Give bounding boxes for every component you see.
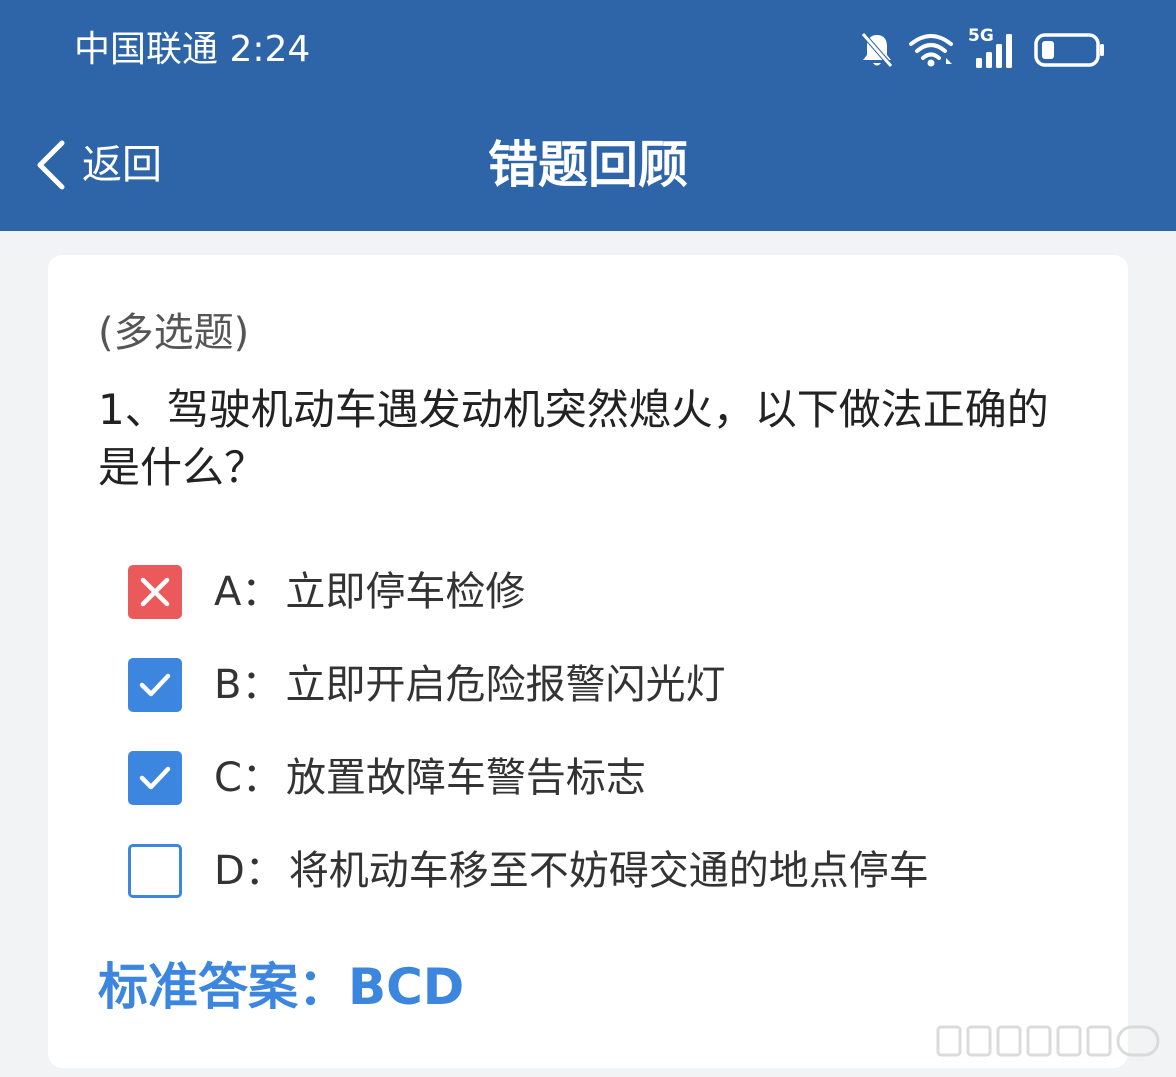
checkbox-checked-icon: [128, 657, 182, 712]
status-icons: 5G: [860, 26, 1106, 72]
option-text: 放置故障车警告标志: [285, 754, 646, 801]
options-list: A： 立即停车检修 B： 立即开启危险报警闪光灯 C： 放置故障车警告标志 D：…: [128, 545, 1088, 917]
question-card: (多选题) 1、驾驶机动车遇发动机突然熄火，以下做法正确的是什么？ A： 立即停…: [48, 255, 1128, 1068]
carrier-name: 中国联通: [74, 29, 219, 70]
chevron-left-icon: [37, 140, 65, 190]
option-text: 立即开启危险报警闪光灯: [285, 661, 726, 708]
watermark-logo-icon: [934, 1021, 1164, 1061]
back-label: 返回: [82, 142, 162, 188]
page-title: 错题回顾: [488, 136, 688, 194]
battery-icon: [1034, 33, 1104, 67]
question-type: (多选题): [98, 310, 250, 356]
option-text: 立即停车检修: [285, 568, 526, 615]
option-a[interactable]: A： 立即停车检修: [128, 545, 1088, 638]
checkbox-empty-icon: [128, 843, 182, 898]
option-letter: A：: [214, 568, 282, 615]
question-text: 1、驾驶机动车遇发动机突然熄火，以下做法正确的是什么？: [98, 385, 1049, 492]
signal-icon: 5G: [968, 26, 1020, 70]
option-d[interactable]: D： 将机动车移至不妨碍交通的地点停车: [128, 824, 1088, 917]
option-letter: B：: [214, 661, 282, 708]
option-b[interactable]: B： 立即开启危险报警闪光灯: [128, 638, 1088, 731]
option-letter: D：: [214, 847, 285, 894]
app-header: 中国联通 2:24 5G 返回 错题回顾: [0, 0, 1176, 231]
back-button[interactable]: 返回: [34, 134, 162, 196]
status-bar: 中国联通 2:24 5G: [0, 0, 1176, 100]
standard-answer: 标准答案：BCD: [98, 958, 465, 1016]
wifi-icon: [909, 34, 953, 67]
carrier-time: 中国联通 2:24: [74, 26, 310, 74]
wrong-mark-icon: [128, 564, 182, 619]
nav-bar: 返回 错题回顾: [0, 110, 1176, 220]
option-letter: C：: [214, 754, 282, 801]
option-text: 将机动车移至不妨碍交通的地点停车: [288, 847, 929, 894]
mute-bell-icon: [861, 32, 893, 68]
checkbox-checked-icon: [128, 750, 182, 805]
clock-time: 2:24: [229, 29, 311, 70]
option-c[interactable]: C： 放置故障车警告标志: [128, 731, 1088, 824]
